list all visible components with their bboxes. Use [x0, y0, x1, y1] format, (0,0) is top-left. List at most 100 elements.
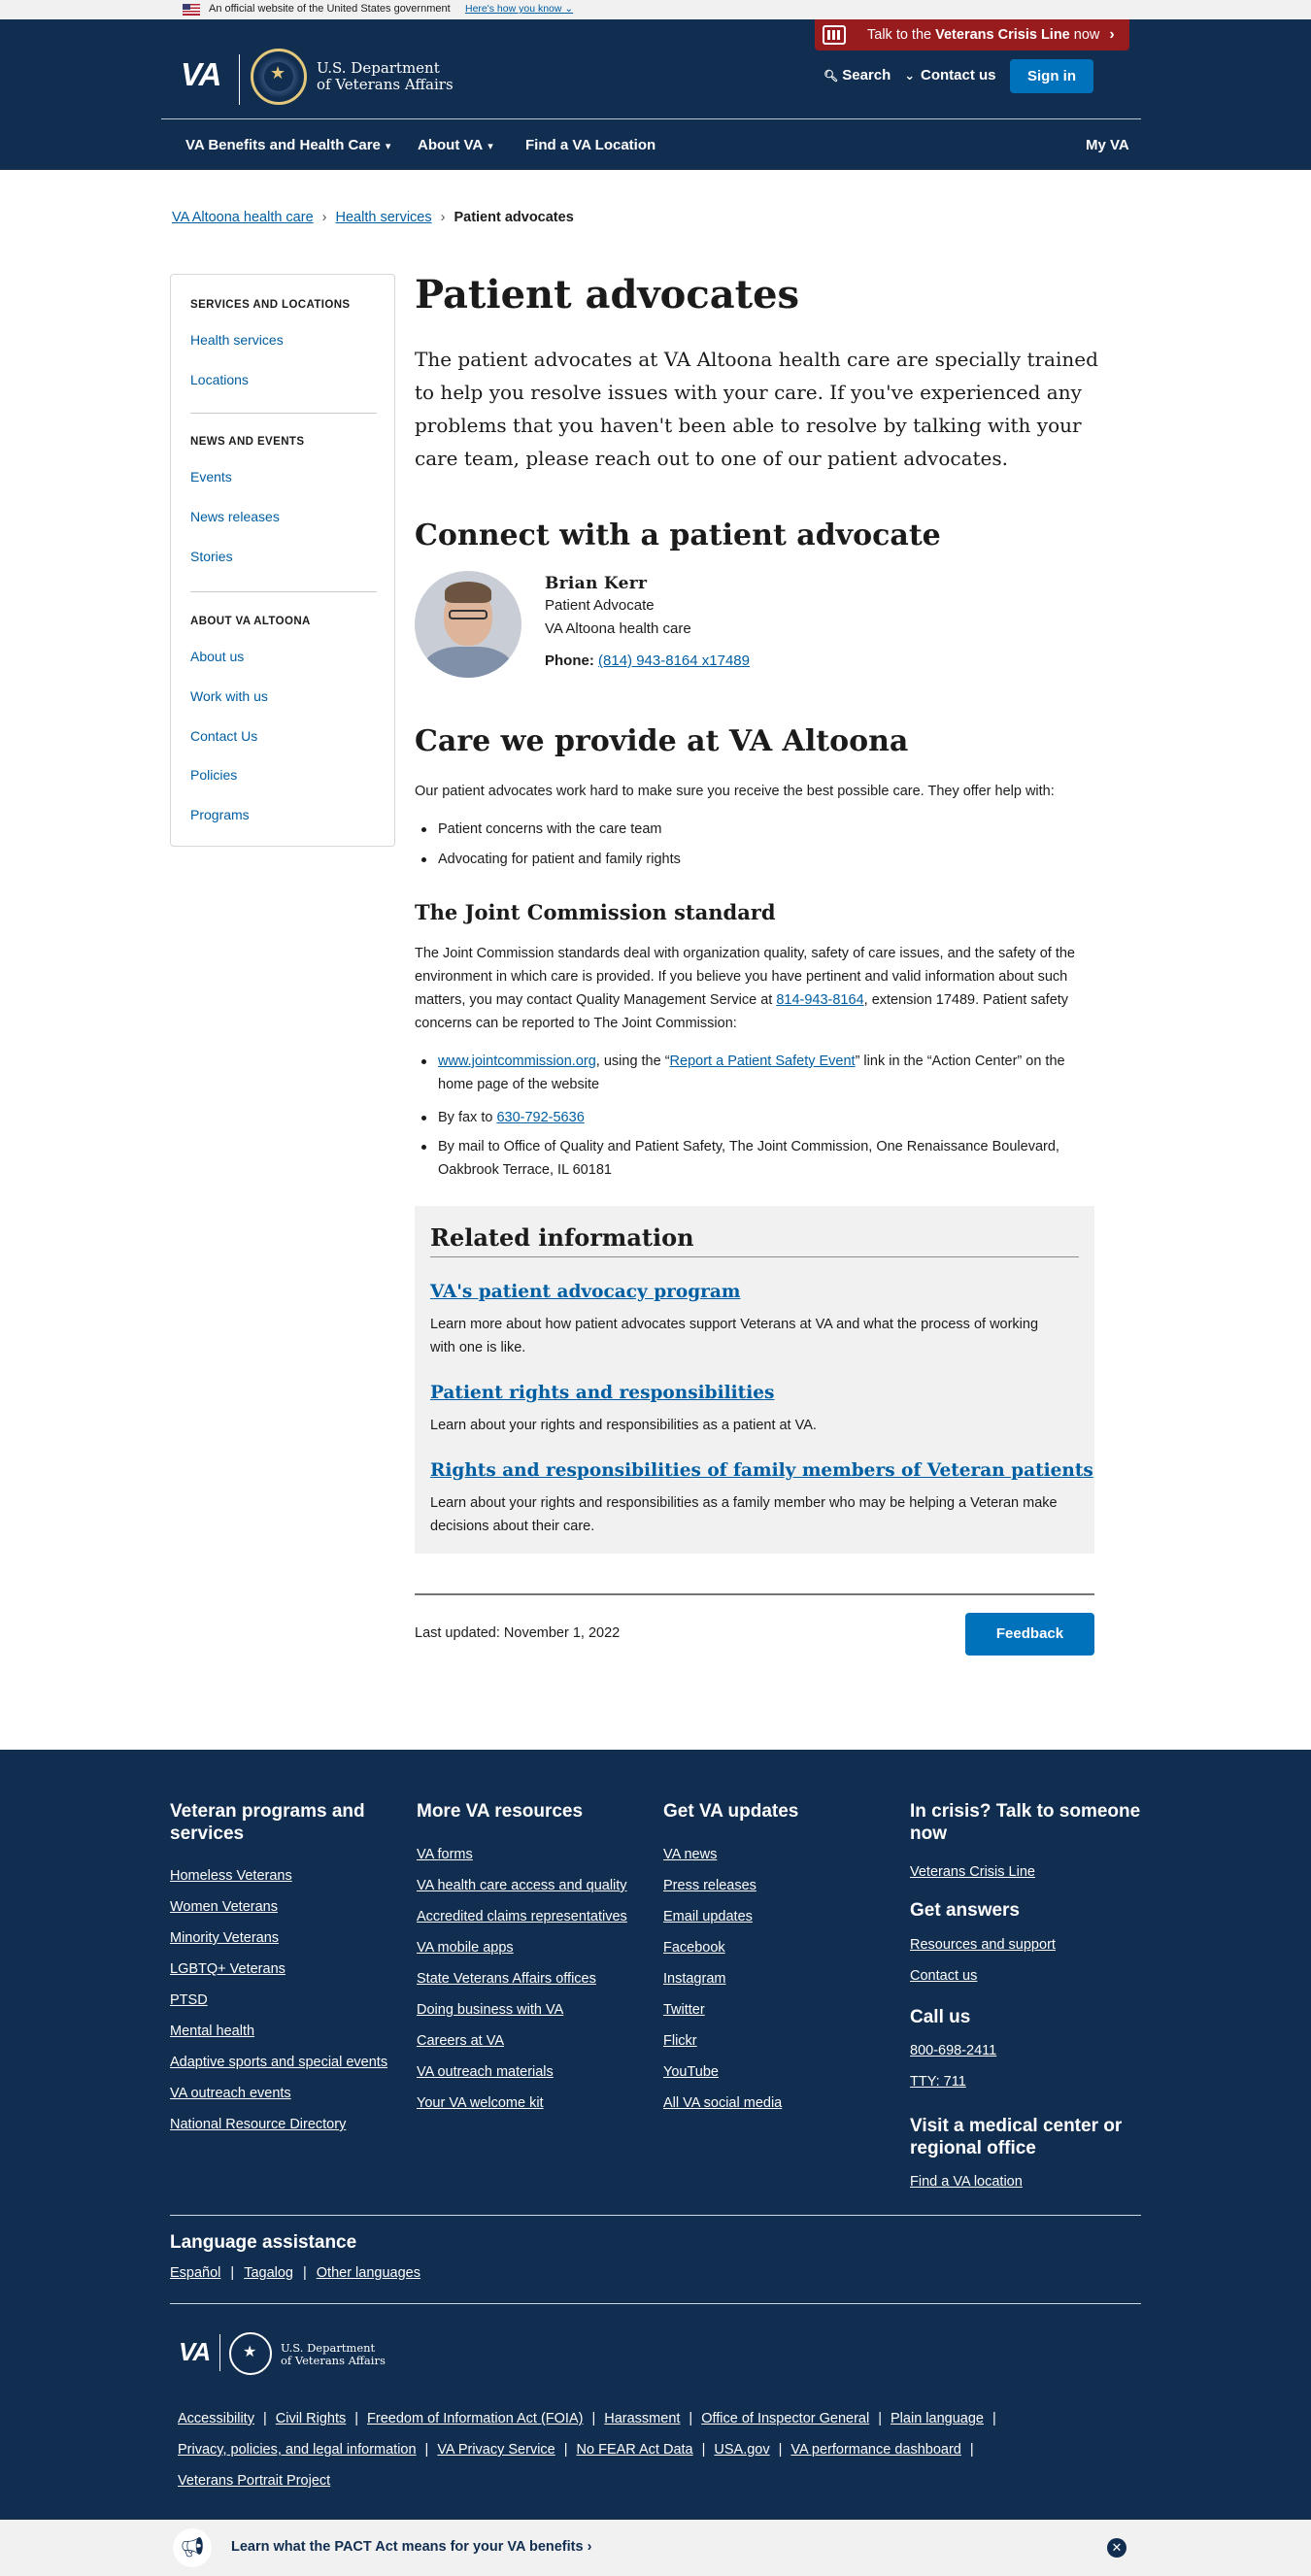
sidebar-item-work-with-us[interactable]: Work with us — [190, 688, 268, 704]
footer-link[interactable]: Instagram — [663, 1971, 725, 1987]
footer-link[interactable]: VA outreach events — [170, 2086, 291, 2101]
feedback-button[interactable]: Feedback — [965, 1613, 1094, 1656]
sidebar-item-contact-us[interactable]: Contact Us — [190, 728, 257, 744]
footer-link[interactable]: VA forms — [417, 1847, 473, 1862]
footer-crisis-line-link[interactable]: Veterans Crisis Line — [910, 1864, 1035, 1880]
report-safety-event-link[interactable]: Report a Patient Safety Event — [670, 1054, 856, 1069]
footer-link[interactable]: Flickr — [663, 2033, 697, 2049]
footer-link[interactable]: Mental health — [170, 2024, 254, 2039]
veterans-crisis-line-button[interactable]: Talk to the Veterans Crisis Line now › — [815, 19, 1129, 50]
care-heading: Care we provide at VA Altoona — [415, 724, 909, 758]
footer-link[interactable]: Accredited claims representatives — [417, 1909, 627, 1924]
department-name[interactable]: U.S. Department of Veterans Affairs — [317, 60, 454, 93]
footer-link[interactable]: YouTube — [663, 2064, 719, 2080]
footer-link[interactable]: VA news — [663, 1847, 717, 1862]
sidebar-item-locations[interactable]: Locations — [190, 372, 249, 387]
fax-number-link[interactable]: 630-792-5636 — [496, 1110, 584, 1125]
sidebar-item-health-services[interactable]: Health services — [190, 332, 284, 348]
related-link-advocacy-program[interactable]: VA's patient advocacy program — [430, 1282, 740, 1302]
footer-legal-link[interactable]: VA Privacy Service — [437, 2442, 555, 2458]
sidebar-item-news-releases[interactable]: News releases — [190, 509, 280, 524]
sidebar-item-policies[interactable]: Policies — [190, 767, 237, 783]
footer-tty-link[interactable]: TTY: 711 — [910, 2074, 966, 2090]
breadcrumb-va-altoona[interactable]: VA Altoona health care — [172, 210, 314, 225]
nav-benefits-and-health-care[interactable]: VA Benefits and Health Care ▾ — [185, 137, 390, 153]
sidebar-item-stories[interactable]: Stories — [190, 549, 233, 564]
close-icon[interactable]: ✕ — [1107, 2538, 1126, 2558]
footer-legal-link[interactable]: Plain language — [891, 2411, 984, 2426]
footer-legal-link[interactable]: Harassment — [604, 2411, 680, 2426]
us-flag-icon — [183, 4, 200, 16]
sidebar-item-about-us[interactable]: About us — [190, 649, 244, 664]
search-menu-button[interactable]: 🔍︎ Search ⌄ — [824, 67, 915, 84]
sidebar-item-programs[interactable]: Programs — [190, 807, 250, 822]
breadcrumb-separator: › — [440, 210, 446, 225]
footer-link[interactable]: All VA social media — [663, 2095, 782, 2111]
footer-heading-programs: Veteran programs and services — [170, 1801, 365, 1844]
footer-link[interactable]: Doing business with VA — [417, 2002, 563, 2018]
footer-link[interactable]: Women Veterans — [170, 1899, 278, 1915]
footer-link[interactable]: Careers at VA — [417, 2033, 504, 2049]
related-divider — [430, 1256, 1079, 1257]
pact-act-link[interactable]: Learn what the PACT Act means for your V… — [231, 2539, 591, 2555]
footer-legal-link[interactable]: VA performance dashboard — [790, 2442, 960, 2458]
footer-legal-link[interactable]: Veterans Portrait Project — [178, 2473, 330, 2489]
related-desc: Learn more about how patient advocates s… — [430, 1317, 1039, 1355]
pact-act-banner: 📢︎ Learn what the PACT Act means for you… — [0, 2520, 1311, 2576]
sign-in-button[interactable]: Sign in — [1010, 59, 1093, 93]
footer-link[interactable]: Facebook — [663, 1940, 725, 1956]
footer-link[interactable]: Homeless Veterans — [170, 1868, 292, 1884]
footer-heading-updates: Get VA updates — [663, 1801, 799, 1822]
footer-heading-answers: Get answers — [910, 1900, 1020, 1921]
contact-us-link[interactable]: Contact us — [921, 67, 996, 84]
footer-phone-link[interactable]: 800-698-2411 — [910, 2043, 996, 2058]
footer-link[interactable]: Email updates — [663, 1909, 753, 1924]
footer-link[interactable]: VA outreach materials — [417, 2064, 554, 2080]
related-link-patient-rights[interactable]: Patient rights and responsibilities — [430, 1383, 774, 1403]
breadcrumb-health-services[interactable]: Health services — [336, 210, 432, 225]
footer-link[interactable]: VA mobile apps — [417, 1940, 514, 1956]
footer-link[interactable]: Press releases — [663, 1878, 756, 1893]
language-link-other[interactable]: Other languages — [317, 2265, 420, 2281]
footer-link[interactable]: LGBTQ+ Veterans — [170, 1961, 286, 1977]
footer-legal-link[interactable]: No FEAR Act Data — [577, 2442, 693, 2458]
advocate-phone-link[interactable]: (814) 943-8164 x17489 — [598, 652, 750, 669]
nav-find-va-location[interactable]: Find a VA Location — [525, 137, 656, 153]
footer-department-name: U.S. Department of Veterans Affairs — [281, 2341, 386, 2367]
footer-find-location-link[interactable]: Find a VA location — [910, 2174, 1023, 2190]
footer-legal-link[interactable]: Privacy, policies, and legal information — [178, 2442, 417, 2458]
footer-link[interactable]: VA health care access and quality — [417, 1878, 627, 1893]
footer-va-logo[interactable]: VA — [179, 2337, 211, 2367]
joint-commission-site-link[interactable]: www.jointcommission.org — [438, 1054, 596, 1069]
heres-how-you-know-link[interactable]: Here's how you know ⌄ — [465, 3, 573, 15]
footer-legal-link[interactable]: Office of Inspector General — [701, 2411, 869, 2426]
nav-my-va[interactable]: My VA — [1086, 137, 1129, 153]
related-link-family-rights[interactable]: Rights and responsibilities of family me… — [430, 1460, 1093, 1481]
footer-link[interactable]: Contact us — [910, 1968, 977, 1984]
footer-link[interactable]: National Resource Directory — [170, 2117, 346, 2132]
footer-legal-link[interactable]: Freedom of Information Act (FOIA) — [367, 2411, 583, 2426]
chevron-down-icon: ⌄ — [564, 3, 574, 15]
footer-link[interactable]: Adaptive sports and special events — [170, 2055, 387, 2070]
footer-link[interactable]: PTSD — [170, 1992, 208, 2008]
footer-legal-link[interactable]: Accessibility — [178, 2411, 254, 2426]
nav-about-va[interactable]: About VA ▾ — [418, 137, 493, 153]
footer-link[interactable]: Resources and support — [910, 1937, 1056, 1953]
footer-link[interactable]: State Veterans Affairs offices — [417, 1971, 596, 1987]
footer-link[interactable]: Your VA welcome kit — [417, 2095, 544, 2111]
footer-legal-link[interactable]: Civil Rights — [276, 2411, 347, 2426]
related-information-box: Related information VA's patient advocac… — [415, 1206, 1094, 1554]
va-logo[interactable]: VA — [181, 56, 221, 93]
sidebar-item-events[interactable]: Events — [190, 469, 232, 485]
language-link-tagalog[interactable]: Tagalog — [244, 2265, 293, 2281]
footer-link[interactable]: Twitter — [663, 2002, 705, 2018]
advocate-photo — [415, 571, 521, 678]
quality-management-phone-link[interactable]: 814-943-8164 — [776, 992, 863, 1008]
sidebar-divider — [190, 413, 377, 414]
footer-legal-link[interactable]: USA.gov — [714, 2442, 769, 2458]
content-footer-divider — [415, 1593, 1094, 1595]
joint-commission-heading: The Joint Commission standard — [415, 900, 776, 924]
related-title: Related information — [430, 1223, 694, 1252]
language-link-spanish[interactable]: Español — [170, 2265, 220, 2281]
footer-link[interactable]: Minority Veterans — [170, 1930, 279, 1946]
